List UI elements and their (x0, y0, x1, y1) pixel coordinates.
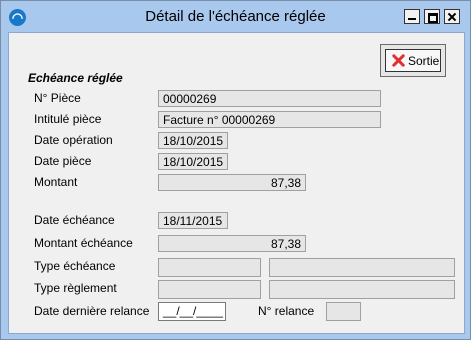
n-relance-label: N° relance (258, 304, 315, 318)
sortie-button-face[interactable]: Sortie (385, 49, 441, 72)
type-echeance-code-field[interactable] (158, 258, 261, 277)
date-echeance-field[interactable]: 18/11/2015 (158, 212, 228, 229)
date-piece-field[interactable]: 18/10/2015 (158, 153, 228, 170)
sortie-button[interactable]: Sortie (380, 44, 446, 77)
close-x-icon (392, 54, 405, 67)
n-relance-field[interactable] (326, 302, 361, 321)
window: ◠ Détail de l'échéance réglée Sortie Ech… (0, 0, 471, 340)
minimize-button[interactable] (404, 9, 420, 24)
montant-label: Montant (34, 175, 78, 189)
montant-field[interactable]: 87,38 (158, 174, 306, 191)
date-operation-label: Date opération (34, 133, 113, 147)
maximize-button[interactable] (424, 9, 440, 24)
intitule-piece-field[interactable]: Facture n° 00000269 (158, 111, 381, 128)
intitule-piece-label: Intitulé pièce (34, 112, 102, 126)
type-echeance-libelle-field[interactable] (269, 258, 455, 277)
type-echeance-label: Type échéance (34, 259, 116, 273)
date-derniere-relance-field[interactable]: __/__/____ (158, 302, 226, 321)
sortie-label: Sortie (408, 54, 440, 68)
montant-echeance-label: Montant échéance (34, 236, 133, 250)
close-button[interactable] (444, 9, 460, 24)
window-title: Détail de l'échéance réglée (145, 8, 326, 25)
date-derniere-relance-label: Date dernière relance (34, 304, 150, 318)
title-bar[interactable]: ◠ Détail de l'échéance réglée (1, 1, 470, 31)
section-title: Echéance réglée (28, 71, 123, 85)
numero-piece-label: N° Pièce (34, 91, 81, 105)
type-reglement-libelle-field[interactable] (269, 280, 455, 299)
montant-echeance-field[interactable]: 87,38 (158, 235, 306, 252)
date-piece-label: Date pièce (34, 154, 92, 168)
type-reglement-label: Type règlement (34, 281, 117, 295)
type-reglement-code-field[interactable] (158, 280, 261, 299)
date-echeance-label: Date échéance (34, 213, 115, 227)
numero-piece-field[interactable]: 00000269 (158, 90, 381, 107)
date-operation-field[interactable]: 18/10/2015 (158, 132, 228, 149)
